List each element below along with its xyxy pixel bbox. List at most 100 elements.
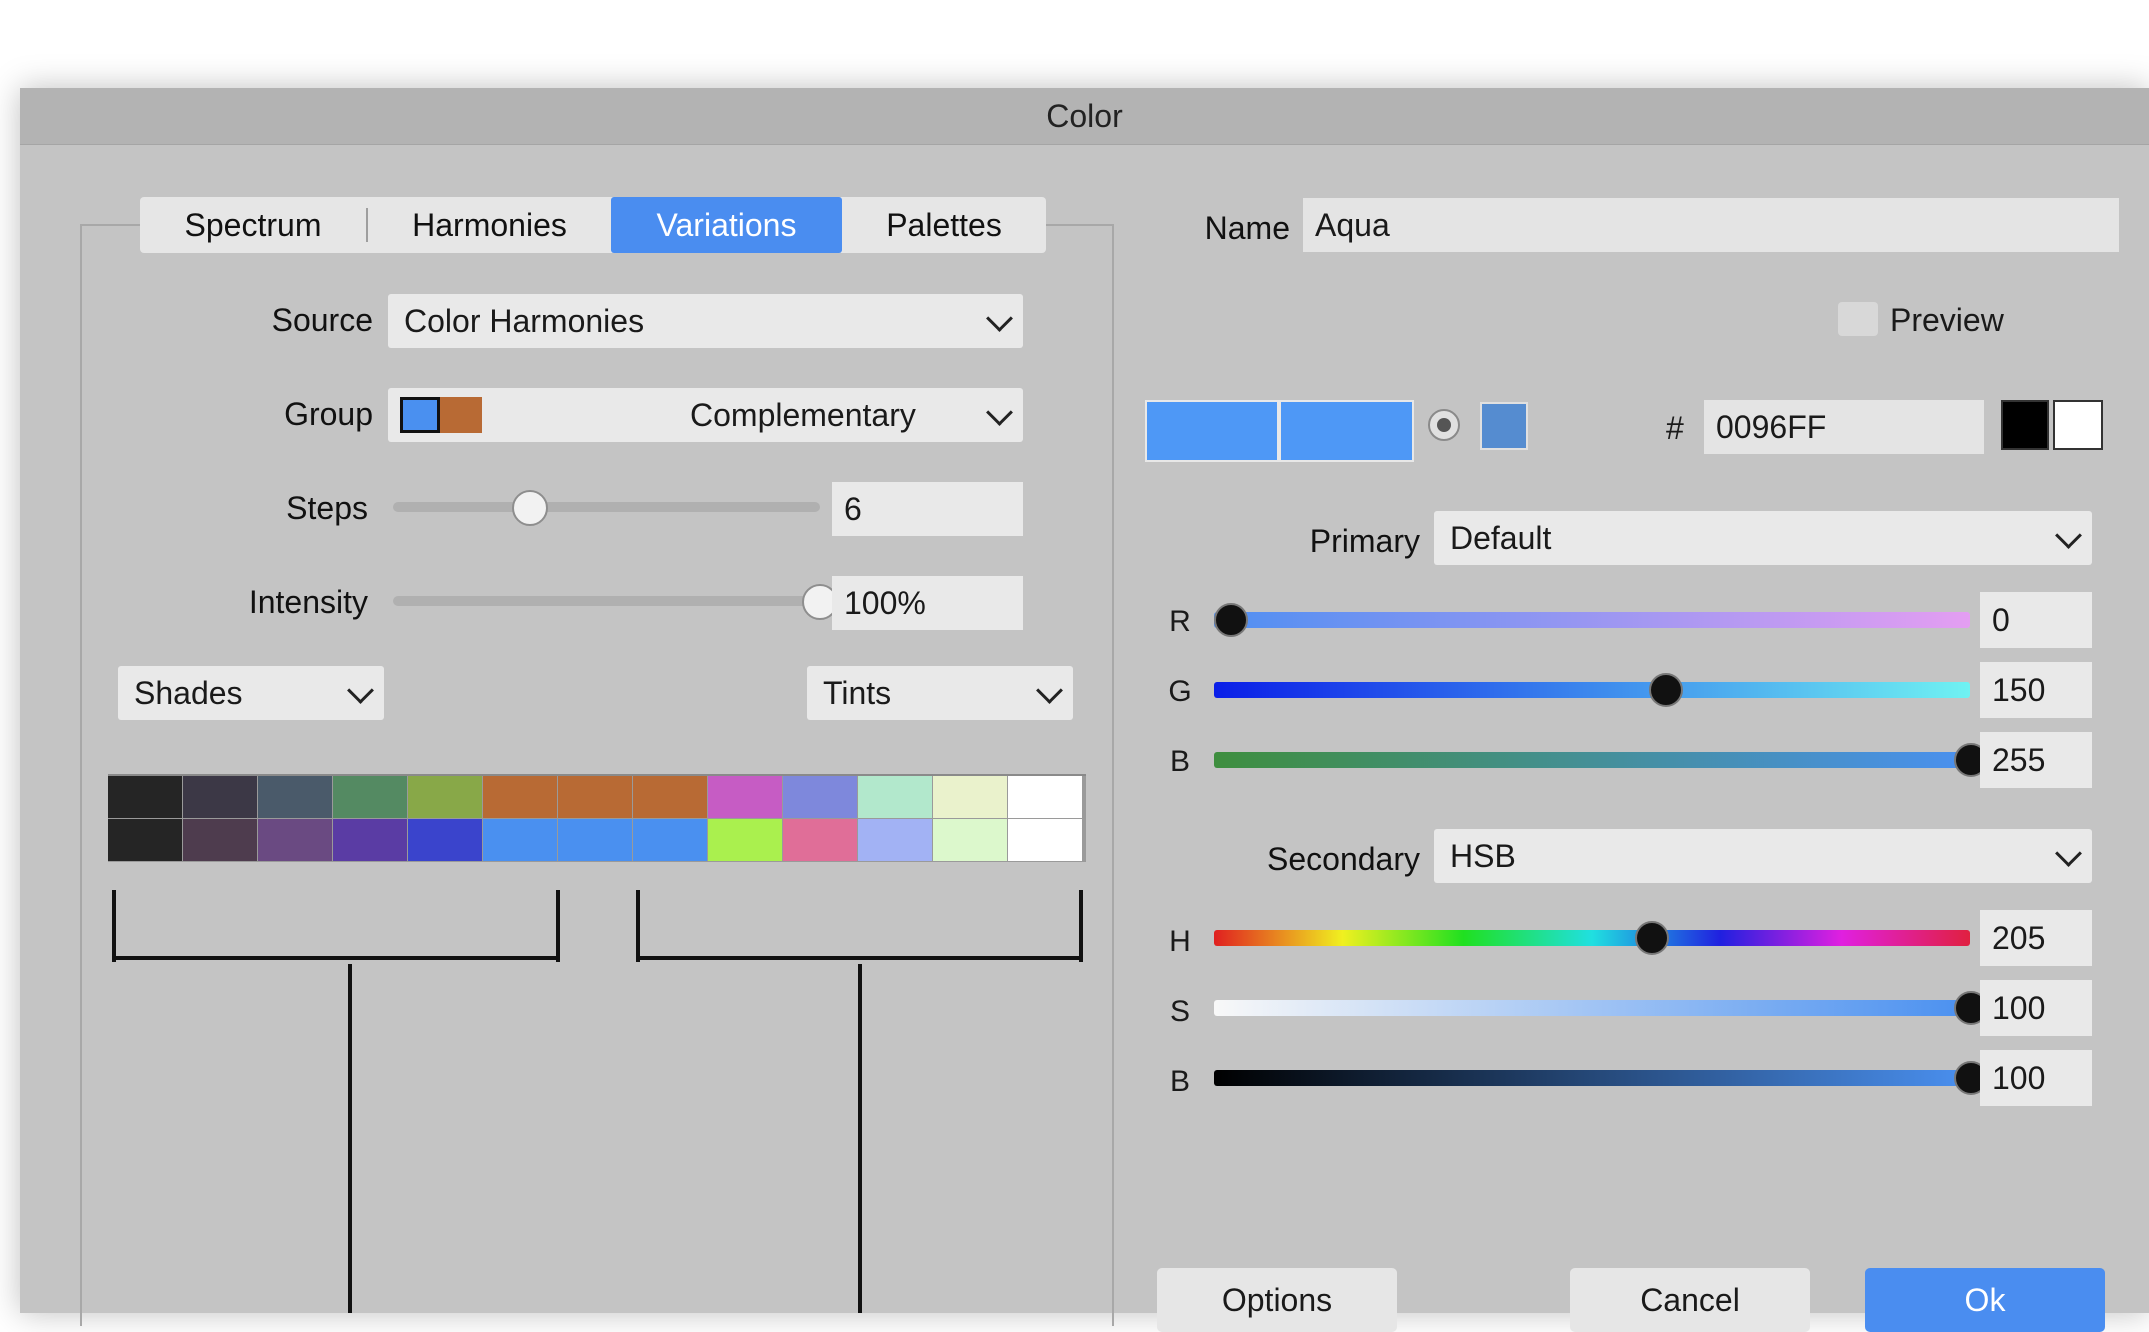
- tab-bar: Spectrum Harmonies Variations Palettes: [140, 197, 1046, 253]
- cancel-button[interactable]: Cancel: [1570, 1268, 1810, 1332]
- group-color-swatch-2: [440, 397, 482, 433]
- variation-swatch[interactable]: [483, 776, 558, 818]
- preview-label: Preview: [1890, 302, 2004, 338]
- source-dropdown[interactable]: Color Harmonies: [388, 294, 1023, 348]
- tab-variations[interactable]: Variations: [611, 197, 842, 253]
- variation-swatch[interactable]: [108, 819, 183, 861]
- shades-bracket-bottom: [112, 956, 560, 960]
- variation-swatch[interactable]: [408, 819, 483, 861]
- chevron-down-icon: [2055, 522, 2082, 549]
- variation-swatch[interactable]: [258, 819, 333, 861]
- variation-swatch[interactable]: [558, 776, 633, 818]
- variation-swatch[interactable]: [258, 776, 333, 818]
- variation-swatch[interactable]: [858, 776, 933, 818]
- g-slider-thumb[interactable]: [1649, 673, 1684, 707]
- b-slider-track[interactable]: [1214, 752, 1970, 768]
- group-color-swatch-1: [400, 397, 440, 433]
- g-field[interactable]: 150: [1980, 662, 2092, 718]
- variations-swatch-grid: [108, 774, 1086, 862]
- variation-swatch[interactable]: [633, 819, 708, 861]
- tab-harmonies[interactable]: Harmonies: [368, 197, 611, 253]
- variation-swatch[interactable]: [183, 819, 258, 861]
- shades-bracket-right: [556, 890, 560, 962]
- b-label: B: [1169, 745, 1190, 778]
- hex-field[interactable]: 0096FF: [1704, 400, 1984, 454]
- variation-swatch[interactable]: [1008, 819, 1083, 861]
- preview-checkbox[interactable]: [1838, 302, 1878, 336]
- steps-field[interactable]: 6: [832, 482, 1023, 536]
- hash-label: #: [1666, 410, 1684, 446]
- brightness-slider-track[interactable]: [1214, 1070, 1970, 1086]
- tints-value: Tints: [823, 675, 892, 711]
- intensity-slider-track[interactable]: [393, 596, 820, 606]
- r-slider-track[interactable]: [1214, 612, 1970, 628]
- variation-swatch[interactable]: [483, 819, 558, 861]
- tints-bracket-right: [1079, 890, 1083, 962]
- name-label: Name: [1204, 210, 1290, 246]
- steps-slider-thumb[interactable]: [511, 490, 548, 526]
- source-value: Color Harmonies: [404, 303, 645, 339]
- primary-value: Default: [1450, 520, 1552, 556]
- chevron-down-icon: [2055, 840, 2082, 867]
- web-safe-radio[interactable]: [1428, 409, 1460, 441]
- intensity-label: Intensity: [248, 584, 368, 620]
- chevron-down-icon: [1036, 677, 1063, 704]
- chevron-down-icon: [347, 677, 374, 704]
- variation-swatch[interactable]: [708, 819, 783, 861]
- ok-button[interactable]: Ok: [1865, 1268, 2105, 1332]
- group-label: Group: [284, 396, 373, 432]
- window-title: Color: [1046, 98, 1123, 134]
- secondary-dropdown[interactable]: HSB: [1434, 829, 2092, 883]
- variation-swatch[interactable]: [183, 776, 258, 818]
- group-dropdown[interactable]: Complementary: [388, 388, 1023, 442]
- tab-palettes[interactable]: Palettes: [842, 197, 1046, 253]
- variation-swatch[interactable]: [558, 819, 633, 861]
- web-safe-color-well[interactable]: [1480, 402, 1528, 450]
- chevron-down-icon: [986, 305, 1013, 332]
- shades-dropdown[interactable]: Shades: [118, 666, 384, 720]
- shades-value: Shades: [134, 675, 243, 711]
- new-color-well: [1279, 400, 1414, 462]
- variation-swatch[interactable]: [858, 819, 933, 861]
- r-field[interactable]: 0: [1980, 592, 2092, 648]
- chevron-down-icon: [986, 399, 1013, 426]
- b-field[interactable]: 255: [1980, 732, 2092, 788]
- variation-swatch[interactable]: [333, 776, 408, 818]
- white-swatch[interactable]: [2053, 400, 2103, 450]
- r-slider-thumb[interactable]: [1214, 603, 1248, 637]
- tints-bracket-stem: [858, 964, 862, 1313]
- brightness-field[interactable]: 100: [1980, 1050, 2092, 1106]
- steps-slider-track[interactable]: [393, 502, 820, 512]
- variation-swatch[interactable]: [933, 776, 1008, 818]
- g-label: G: [1168, 675, 1192, 708]
- h-label: H: [1169, 925, 1191, 958]
- shades-bracket-stem: [348, 964, 352, 1313]
- variation-swatch[interactable]: [1008, 776, 1083, 818]
- s-slider-track[interactable]: [1214, 1000, 1970, 1016]
- h-field[interactable]: 205: [1980, 910, 2092, 966]
- h-slider-track[interactable]: [1214, 930, 1970, 946]
- variation-swatch[interactable]: [333, 819, 408, 861]
- s-field[interactable]: 100: [1980, 980, 2092, 1036]
- black-swatch[interactable]: [2001, 400, 2049, 450]
- intensity-field[interactable]: 100%: [832, 576, 1023, 630]
- variation-swatch[interactable]: [108, 776, 183, 818]
- s-label: S: [1169, 995, 1190, 1028]
- h-slider-thumb[interactable]: [1635, 921, 1670, 955]
- g-slider-track[interactable]: [1214, 682, 1970, 698]
- variation-swatch[interactable]: [783, 776, 858, 818]
- variation-swatch[interactable]: [708, 776, 783, 818]
- tints-dropdown[interactable]: Tints: [807, 666, 1073, 720]
- variation-swatch[interactable]: [633, 776, 708, 818]
- variation-swatch[interactable]: [408, 776, 483, 818]
- name-field[interactable]: Aqua: [1303, 198, 2119, 252]
- steps-label: Steps: [286, 490, 368, 526]
- tab-spectrum[interactable]: Spectrum: [140, 197, 366, 253]
- group-value: Complementary: [690, 397, 916, 433]
- variation-swatch[interactable]: [783, 819, 858, 861]
- tints-bracket-left: [636, 890, 640, 962]
- variation-swatch[interactable]: [933, 819, 1008, 861]
- options-button[interactable]: Options: [1157, 1268, 1397, 1332]
- radio-dot-icon: [1437, 418, 1451, 432]
- primary-dropdown[interactable]: Default: [1434, 511, 2092, 565]
